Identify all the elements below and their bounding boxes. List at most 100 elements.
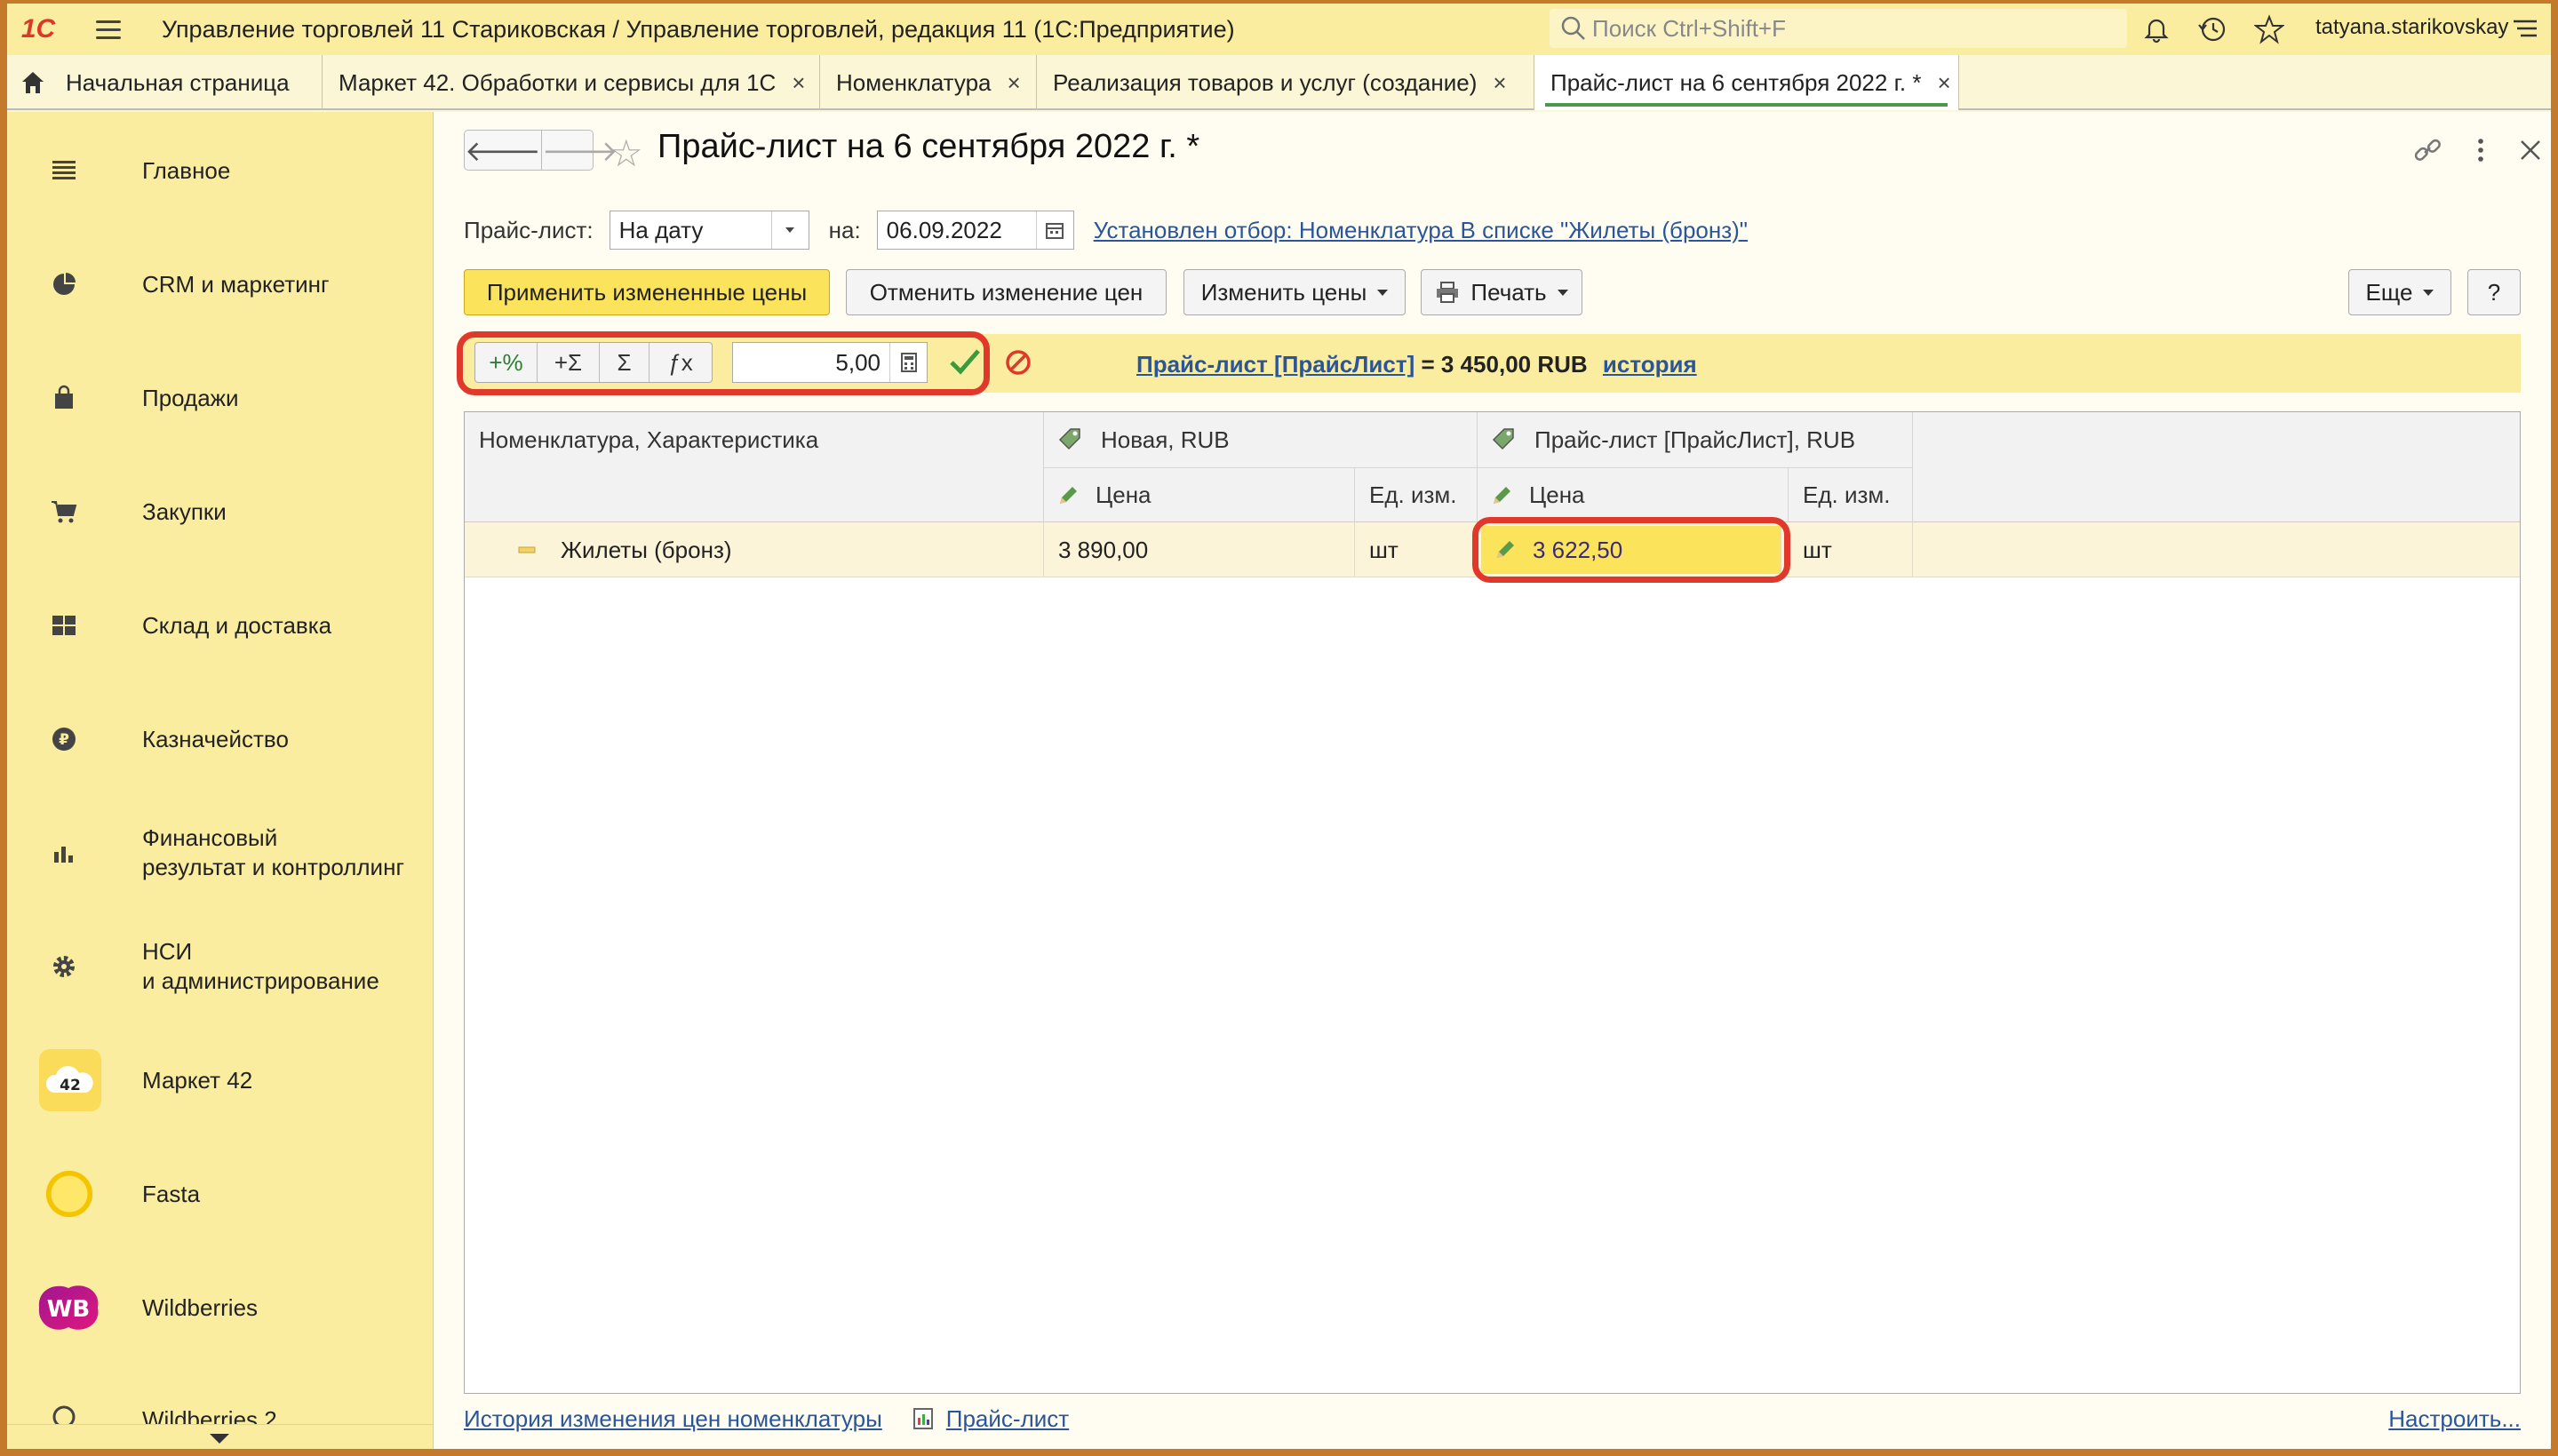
back-button[interactable]: 🡐 (465, 131, 542, 170)
column-header-new-unit[interactable]: Ед. изм. (1355, 467, 1478, 522)
sidebar-item-crm[interactable]: CRM и маркетинг (7, 240, 434, 329)
column-header-name[interactable]: Номенклатура, Характеристика (465, 412, 1044, 467)
favorites-icon[interactable] (2254, 14, 2284, 44)
prices-table: Номенклатура, Характеристика Новая, RUB … (464, 411, 2521, 1394)
sidebar-item-sales[interactable]: Продажи (7, 354, 434, 442)
app-logo[interactable]: 1С (7, 4, 69, 55)
home-icon (22, 72, 44, 93)
cell-new-price[interactable]: 3 890,00 (1044, 522, 1355, 577)
tab-pricelist[interactable]: Прайс-лист на 6 сентября 2022 г. * × (1534, 55, 1959, 110)
history-link[interactable]: история (1603, 351, 1697, 378)
cancel-price-change-button[interactable]: Отменить изменение цен (846, 269, 1167, 315)
cell-list-unit[interactable]: шт (1789, 522, 1913, 577)
wildberries-logo-icon: WB (30, 1283, 107, 1333)
tab-home[interactable]: Начальная страница (7, 55, 323, 110)
close-icon[interactable]: × (1493, 69, 1506, 97)
tab-label: Начальная страница (66, 68, 290, 96)
sidebar-item-admin[interactable]: НСИ и администрирование (7, 922, 434, 1011)
close-icon[interactable] (2519, 139, 2542, 162)
document-form: 🡐 🡒 ☆ Прайс-лист на 6 сентября 2022 г. *… (434, 112, 2551, 1449)
price-tag-icon (1058, 428, 1080, 450)
settings-link[interactable]: Настроить... (2388, 1405, 2521, 1433)
pricelist-mode-select[interactable]: На дату (609, 211, 809, 250)
column-header-new-price[interactable]: Цена (1044, 467, 1355, 522)
tab-label: Прайс-лист на 6 сентября 2022 г. * (1550, 68, 1922, 96)
print-button[interactable]: Печать (1421, 269, 1582, 315)
tab-label: Маркет 42. Обработки и сервисы для 1С (339, 68, 777, 96)
table-row[interactable]: Жилеты (бронз) 3 890,00 шт 3 622,50 шт (465, 517, 2520, 583)
sidebar-item-label: Склад и доставка (142, 611, 332, 639)
page-title: Прайс-лист на 6 сентября 2022 г. * (657, 128, 1200, 165)
table-header: Номенклатура, Характеристика Новая, RUB … (465, 412, 2520, 522)
formula-button[interactable]: ƒx (649, 343, 712, 382)
filter-row: Прайс-лист: На дату на: 06.09.2022 Устан… (464, 210, 1748, 251)
sidebar-item-main[interactable]: Главное (7, 126, 434, 215)
column-header-list-price[interactable]: Цена (1478, 467, 1789, 522)
sidebar-item-wildberries2[interactable]: Wildberries 2 (7, 1377, 434, 1430)
user-name[interactable]: tatyana.starikovskay (2315, 15, 2508, 40)
tabs-bar: Начальная страница Маркет 42. Обработки … (7, 55, 2551, 110)
bell-icon[interactable] (2142, 15, 2171, 44)
forward-button[interactable]: 🡒 (542, 131, 618, 170)
tab-market42[interactable]: Маркет 42. Обработки и сервисы для 1С × (323, 55, 820, 110)
current-price-info: Прайс-лист [ПрайсЛист] = 3 450,00 RUB ис… (1136, 351, 1697, 378)
search-icon (1561, 16, 1585, 40)
more-vertical-icon[interactable] (2476, 137, 2485, 163)
new-price-value: 3 890,00 (1058, 536, 1149, 563)
cell-list-price[interactable]: 3 622,50 (1481, 526, 1781, 574)
chevron-down-icon[interactable] (210, 1434, 229, 1444)
tab-sales[interactable]: Реализация товаров и услуг (создание) × (1037, 55, 1534, 110)
add-percent-button[interactable]: +% (475, 343, 538, 382)
favorite-star-icon[interactable]: ☆ (610, 131, 643, 175)
apply-prices-button[interactable]: Применить измененные цены (464, 269, 830, 315)
sidebar-item-market42[interactable]: 42 Маркет 42 (7, 1036, 434, 1125)
app-title: Управление торговлей 11 Стариковская / У… (162, 15, 1235, 43)
set-sum-button[interactable]: Σ (600, 343, 649, 382)
column-header-list-unit[interactable]: Ед. изм. (1789, 467, 1913, 522)
warehouse-icon (39, 601, 89, 650)
help-button[interactable]: ? (2467, 269, 2521, 315)
pricelist-mode-value: На дату (618, 216, 704, 243)
global-search-input[interactable]: Поиск Ctrl+Shift+F (1550, 9, 2127, 48)
price-history-link[interactable]: История изменения цен номенклатуры (464, 1405, 882, 1433)
add-sum-button[interactable]: +Σ (538, 343, 600, 382)
sidebar: Главное CRM и маркетинг Продажи Закупки … (7, 112, 434, 1449)
close-icon[interactable]: × (792, 69, 805, 97)
sidebar-item-wildberries[interactable]: WB Wildberries (7, 1263, 434, 1352)
sidebar-item-fasta[interactable]: Fasta (7, 1150, 434, 1238)
pricelist-link[interactable]: Прайс-лист [ПрайсЛист] (1136, 351, 1414, 378)
settings-menu-icon[interactable] (2512, 16, 2538, 43)
cell-name[interactable]: Жилеты (бронз) (465, 522, 1044, 577)
sidebar-item-purchases[interactable]: Закупки (7, 467, 434, 556)
close-icon[interactable]: × (1937, 69, 1950, 97)
filter-link[interactable]: Установлен отбор: Номенклатура В списке … (1094, 217, 1748, 244)
sidebar-item-treasury[interactable]: ₽ Казначейство (7, 695, 434, 784)
sidebar-item-warehouse[interactable]: Склад и доставка (7, 581, 434, 670)
cell-new-unit[interactable]: шт (1355, 522, 1478, 577)
link-icon[interactable] (2412, 135, 2442, 165)
calendar-icon[interactable] (1035, 211, 1073, 249)
pie-chart-icon (39, 259, 89, 309)
more-button[interactable]: Еще (2348, 269, 2451, 315)
date-field[interactable]: 06.09.2022 (876, 211, 1074, 250)
cancel-icon[interactable] (1004, 348, 1032, 377)
sidebar-item-finance[interactable]: Финансовый результат и контроллинг (7, 808, 434, 897)
price-tag-icon (1492, 428, 1514, 450)
sidebar-item-label: Fasta (142, 1180, 201, 1207)
pencil-icon (1060, 486, 1077, 504)
chevron-down-icon[interactable] (770, 211, 809, 249)
column-header-label: Номенклатура, Характеристика (479, 426, 819, 453)
pricelist-report-link[interactable]: Прайс-лист (946, 1405, 1069, 1433)
adjust-value-input[interactable]: 5,00 (732, 342, 928, 383)
sidebar-item-label: Маркет 42 (142, 1066, 253, 1094)
close-icon[interactable]: × (1007, 69, 1020, 97)
change-prices-button[interactable]: Изменить цены (1183, 269, 1406, 315)
history-icon[interactable] (2197, 14, 2227, 44)
main-menu-icon[interactable] (91, 4, 126, 55)
checkmark-icon[interactable] (949, 346, 981, 377)
tab-nomenclature[interactable]: Номенклатура × (820, 55, 1037, 110)
calculator-icon[interactable] (889, 343, 927, 382)
app-window: 1С Управление торговлей 11 Стариковская … (7, 4, 2551, 1449)
column-header-label: Цена (1529, 481, 1585, 508)
window-controls (2412, 135, 2551, 165)
